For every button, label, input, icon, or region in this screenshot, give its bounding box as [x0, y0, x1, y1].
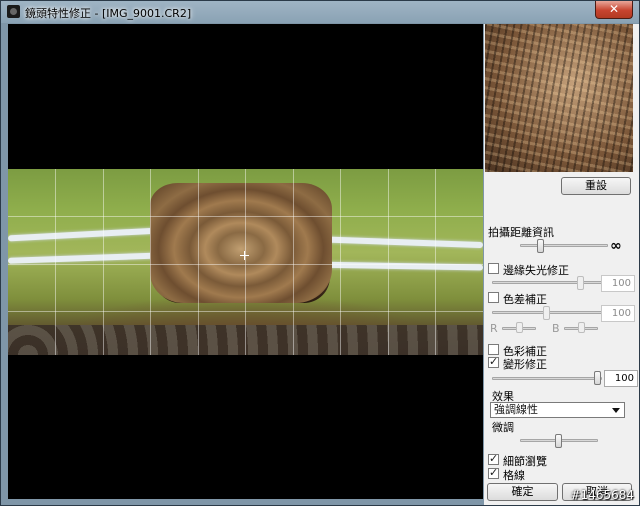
- grid-label: 格線: [503, 469, 525, 482]
- shooting-distance-slider[interactable]: [520, 244, 608, 247]
- grid-line: [8, 216, 483, 217]
- chevron-down-icon: [612, 408, 620, 413]
- camera-app-icon: [7, 5, 20, 18]
- center-crosshair-icon: [240, 251, 249, 260]
- grid-line: [55, 169, 56, 355]
- reset-button[interactable]: 重設: [561, 177, 631, 195]
- fence-rail-right: [307, 235, 483, 249]
- grid-line: [150, 169, 151, 355]
- blue-channel-slider-thumb[interactable]: [578, 322, 585, 333]
- effect-dropdown[interactable]: 強調線性: [490, 402, 625, 418]
- peripheral-illumination-value[interactable]: 100: [601, 275, 635, 292]
- distortion-value[interactable]: 100: [604, 370, 638, 387]
- distortion-label: 變形修正: [503, 358, 547, 371]
- watermark: #1465684: [570, 488, 635, 502]
- distortion-slider-thumb[interactable]: [594, 371, 601, 385]
- blue-channel-label: B: [552, 322, 560, 335]
- grid-line: [340, 169, 341, 355]
- effect-dropdown-value: 強調線性: [494, 403, 538, 416]
- close-button[interactable]: ✕: [595, 1, 633, 19]
- shooting-distance-label: 拍攝距離資訊: [488, 226, 554, 239]
- shooting-distance-slider-thumb[interactable]: [537, 239, 544, 253]
- window-title: 鏡頭特性修正 - [IMG_9001.CR2]: [25, 7, 192, 20]
- fence-rail-right-lower: [312, 261, 483, 271]
- grid-line: [8, 311, 483, 312]
- distortion-slider[interactable]: [492, 377, 602, 380]
- peripheral-illumination-slider[interactable]: [492, 281, 602, 284]
- tree-stump: [150, 183, 332, 303]
- chromatic-aberration-label: 色差補正: [503, 293, 547, 306]
- chromatic-aberration-slider-thumb[interactable]: [543, 306, 550, 320]
- image-preview[interactable]: [8, 24, 483, 499]
- grid-line: [103, 169, 104, 355]
- red-channel-label: R: [490, 322, 498, 335]
- grid-line: [388, 169, 389, 355]
- fence-rail-left-lower: [8, 252, 169, 264]
- detail-view-checkbox[interactable]: [488, 452, 499, 465]
- grid-line: [293, 169, 294, 355]
- fine-tune-slider-thumb[interactable]: [555, 434, 562, 448]
- settings-panel: 重設 拍攝距離資訊 ∞ 邊緣失光修正 100 色差補正 100 R B 色彩補正…: [484, 24, 639, 505]
- grid-line: [198, 169, 199, 355]
- lens-correction-window: 鏡頭特性修正 - [IMG_9001.CR2] ✕ 重設 拍攝距離資訊 ∞ 邊緣…: [0, 0, 640, 506]
- grid-line: [8, 264, 483, 265]
- title-bar: 鏡頭特性修正 - [IMG_9001.CR2] ✕: [1, 1, 639, 23]
- chromatic-aberration-value[interactable]: 100: [601, 305, 635, 322]
- peripheral-illumination-slider-thumb[interactable]: [577, 276, 584, 290]
- grid-line: [245, 169, 246, 355]
- peripheral-illumination-checkbox[interactable]: [488, 263, 499, 274]
- red-channel-slider-thumb[interactable]: [516, 322, 523, 333]
- color-blur-checkbox[interactable]: [488, 344, 499, 355]
- distortion-checkbox[interactable]: [488, 355, 499, 368]
- infinity-icon: ∞: [610, 238, 622, 254]
- ok-button[interactable]: 確定: [487, 483, 558, 501]
- detail-thumbnail[interactable]: [485, 24, 633, 172]
- chromatic-aberration-checkbox[interactable]: [488, 292, 499, 303]
- grid-checkbox[interactable]: [488, 466, 499, 479]
- grid-line: [435, 169, 436, 355]
- peripheral-illumination-label: 邊緣失光修正: [503, 264, 569, 277]
- fine-tune-label: 微調: [492, 421, 514, 434]
